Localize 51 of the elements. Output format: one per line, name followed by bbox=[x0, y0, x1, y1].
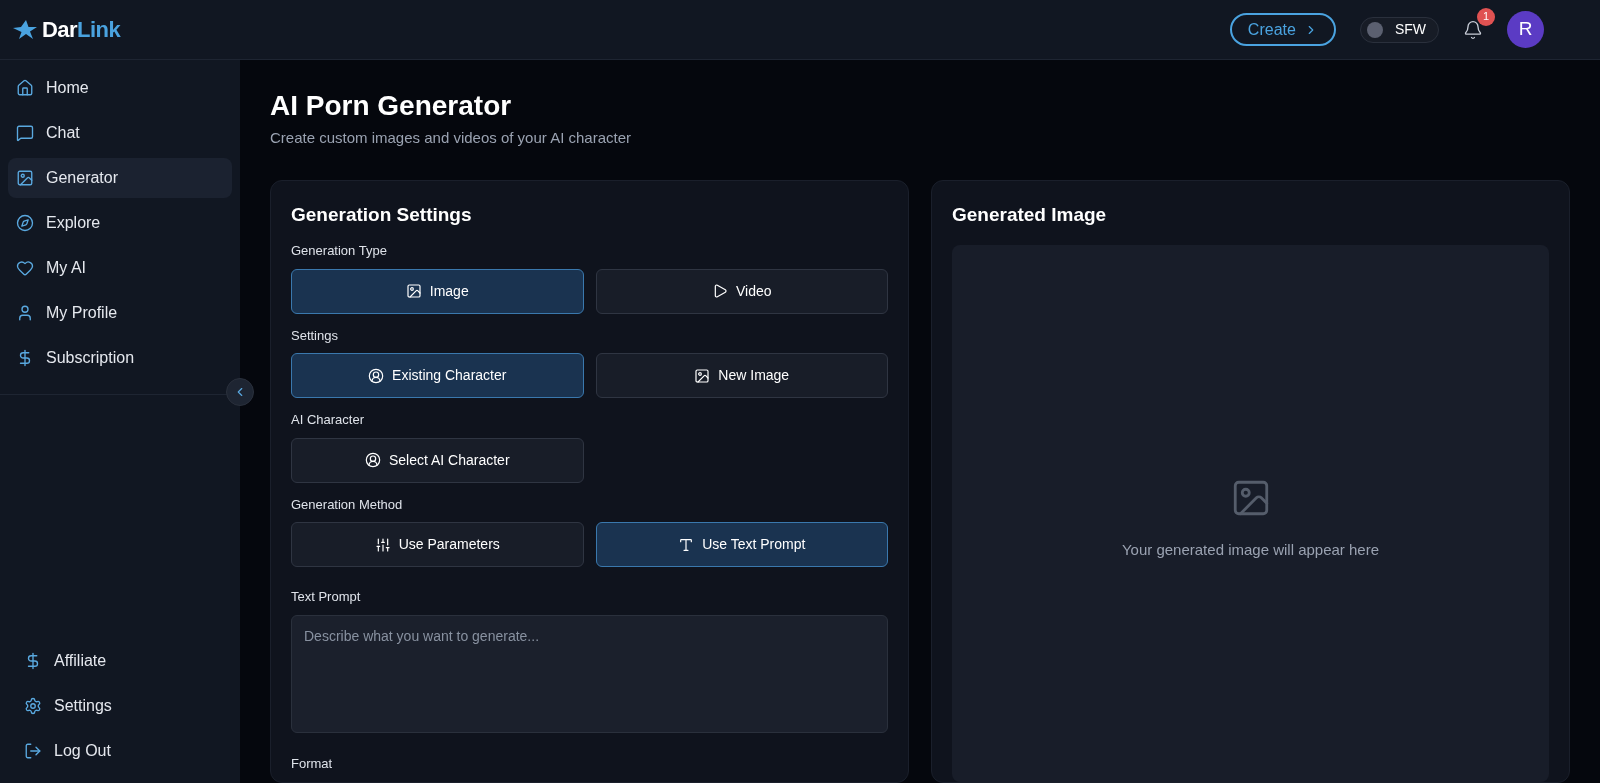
bell-icon bbox=[1463, 19, 1483, 40]
sidebar-item[interactable]: Chat bbox=[8, 113, 232, 153]
field-label: Text Prompt bbox=[291, 588, 361, 606]
sidebar-item[interactable]: Settings bbox=[16, 686, 224, 726]
prompt-field[interactable]: Describe what you want to generate... bbox=[291, 614, 888, 733]
sidebar-item[interactable]: Home bbox=[8, 68, 232, 108]
avatar[interactable]: R bbox=[1507, 11, 1544, 48]
sidebar-item[interactable]: Affiliate bbox=[16, 641, 224, 681]
notification-badge: 1 bbox=[1477, 7, 1495, 26]
option-button[interactable]: Image bbox=[291, 268, 584, 314]
option-button[interactable]: Video bbox=[595, 268, 888, 314]
sidebar-item[interactable]: Generator bbox=[8, 158, 232, 198]
settings-icon bbox=[24, 697, 42, 715]
sliders-icon bbox=[374, 536, 391, 553]
user-circle-icon bbox=[368, 367, 385, 384]
option-button[interactable]: New Image bbox=[595, 353, 888, 398]
create-button[interactable]: Create bbox=[1229, 13, 1336, 46]
user-icon bbox=[16, 304, 34, 322]
text-icon bbox=[678, 536, 695, 553]
sidebar-item[interactable]: My AI bbox=[8, 248, 232, 288]
bell-button[interactable] bbox=[1463, 19, 1483, 40]
star-logo-icon bbox=[12, 18, 38, 41]
compass-icon bbox=[16, 214, 34, 232]
field-label: Generation Method bbox=[291, 495, 403, 514]
page-title: AI Porn Generator bbox=[270, 89, 512, 123]
field-label: Generation Type bbox=[291, 242, 387, 260]
chat-bubble-icon bbox=[16, 124, 34, 142]
field-label: AI Character bbox=[291, 411, 364, 429]
logout-icon bbox=[24, 742, 42, 760]
placeholder-text: Your generated image will appear here bbox=[1121, 540, 1380, 560]
home-icon bbox=[16, 79, 34, 97]
option-button[interactable]: Use Text Prompt bbox=[595, 522, 888, 567]
page-subtitle: Create custom images and videos of your AI character bbox=[270, 128, 631, 148]
field-label: Format bbox=[291, 754, 333, 773]
option-button[interactable]: Select AI Character bbox=[291, 437, 584, 483]
image-icon bbox=[16, 169, 34, 187]
image-icon bbox=[694, 367, 711, 384]
option-button[interactable]: Use Parameters bbox=[291, 522, 584, 567]
sfw-toggle[interactable]: SFW bbox=[1359, 16, 1439, 43]
sidebar-item[interactable]: Log Out bbox=[16, 731, 224, 771]
user-circle-icon bbox=[364, 452, 381, 468]
heart-icon bbox=[16, 259, 34, 277]
sidebar-item[interactable]: Subscription bbox=[8, 338, 232, 378]
card-title: Generation Settings bbox=[291, 202, 472, 227]
card-title: Generated Image bbox=[952, 202, 1107, 227]
option-button[interactable]: Existing Character bbox=[291, 353, 584, 398]
field-label: Settings bbox=[291, 326, 338, 345]
brand-name: DarLink bbox=[42, 16, 121, 44]
sidebar-item[interactable]: My Profile bbox=[8, 293, 232, 333]
image-icon bbox=[405, 283, 422, 299]
sidebar-item[interactable]: Explore bbox=[8, 203, 232, 243]
